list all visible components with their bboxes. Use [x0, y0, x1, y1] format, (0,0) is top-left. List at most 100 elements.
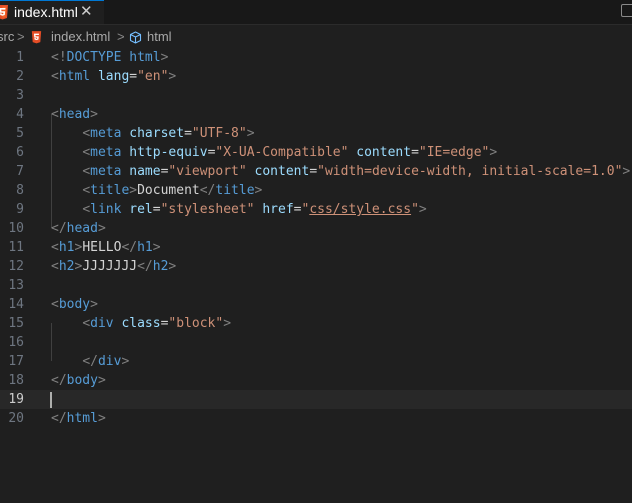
code-token: =	[129, 69, 138, 84]
code-token: <!	[51, 50, 67, 65]
code-token: "width=device-width, initial-scale=1.0"	[317, 164, 623, 179]
code-text: <meta name="viewport" content="width=dev…	[51, 162, 630, 181]
code-token: >	[168, 69, 177, 84]
code-token: css/style.css	[309, 202, 412, 217]
code-line[interactable]: 8 <title>Document</title>	[0, 181, 632, 200]
code-token: </	[51, 411, 67, 426]
code-token: "	[411, 202, 419, 217]
code-token: head	[58, 107, 91, 122]
code-token: <	[82, 316, 91, 331]
code-text: </html>	[51, 409, 106, 428]
code-token: </	[121, 240, 138, 255]
code-token: body	[66, 373, 98, 388]
code-line[interactable]: 18 </body>	[0, 371, 632, 390]
code-line[interactable]: 4 <head>	[0, 105, 632, 124]
code-token: Document	[137, 183, 200, 198]
line-number: 16	[8, 335, 24, 350]
code-line[interactable]: 15 <div class="block">	[0, 314, 632, 333]
code-token: >	[152, 240, 161, 255]
code-text: </head>	[51, 219, 106, 238]
line-number: 5	[16, 126, 24, 141]
code-token: "X-UA-Compatible"	[215, 145, 349, 160]
code-token: link	[90, 202, 122, 217]
code-token: head	[66, 221, 98, 236]
code-line[interactable]: 7 <meta name="viewport" content="width=d…	[0, 162, 632, 181]
html5-icon	[0, 5, 8, 20]
code-line[interactable]: 12 <h2>JJJJJJJ</h2>	[0, 257, 632, 276]
code-line[interactable]: 19	[0, 390, 632, 409]
code-text: </div>	[51, 352, 129, 371]
code-token: >	[246, 126, 255, 141]
code-text: </body>	[51, 371, 106, 390]
line-number: 14	[8, 297, 24, 312]
code-token: >	[160, 50, 169, 65]
code-token: >	[418, 202, 427, 217]
code-line[interactable]: 10 </head>	[0, 219, 632, 238]
code-token: </	[51, 221, 67, 236]
code-token: JJJJJJJ	[82, 259, 138, 274]
code-token: <	[82, 164, 91, 179]
code-line[interactable]: 20 </html>	[0, 409, 632, 428]
code-token: <	[51, 259, 59, 274]
code-editor[interactable]: 1 <!DOCTYPE html> 2 <html lang="en"> 3 4 <head…	[0, 48, 632, 503]
code-text: <body>	[51, 295, 98, 314]
breadcrumb-item-html[interactable]: html	[147, 29, 172, 44]
code-text: <meta http-equiv = "X-UA-Compatible" conte…	[51, 143, 497, 162]
code-token: meta	[90, 145, 122, 160]
code-token: h1	[137, 240, 153, 255]
cube-icon	[129, 31, 142, 44]
breadcrumb-item-file[interactable]: index.html	[51, 29, 110, 44]
code-token: html	[66, 411, 98, 426]
code-line[interactable]: 14 <body>	[0, 295, 632, 314]
code-line[interactable]: 11 <h1>HELLO</h1>	[0, 238, 632, 257]
code-token: h2	[58, 259, 75, 274]
code-token: =	[184, 126, 192, 141]
split-editor-icon[interactable]	[621, 4, 632, 17]
code-token: href	[262, 202, 294, 217]
code-token: "IE=edge"	[418, 145, 490, 160]
breadcrumb-item-src[interactable]: src	[0, 29, 14, 44]
code-line[interactable]: 9 <link rel="stylesheet" href="css/style…	[0, 200, 632, 219]
code-token: </	[82, 354, 98, 369]
code-line[interactable]: 13	[0, 276, 632, 295]
code-token: class	[121, 316, 161, 331]
line-number: 4	[16, 107, 24, 122]
code-token: </	[199, 183, 216, 198]
tab-index-html[interactable]: index.html ✕	[0, 0, 104, 24]
code-token: >	[121, 354, 130, 369]
code-text: <head>	[51, 105, 98, 124]
code-token: body	[58, 297, 91, 312]
breadcrumb-separator: >	[117, 29, 125, 44]
code-token: </	[137, 259, 153, 274]
text-cursor	[50, 392, 52, 408]
code-token: name	[129, 164, 161, 179]
code-line[interactable]: 3	[0, 86, 632, 105]
code-text: <div class="block">	[51, 314, 231, 333]
tab-bar: index.html ✕	[0, 0, 632, 25]
code-text: <h1>HELLO</h1>	[51, 238, 161, 257]
code-line[interactable]: 2 <html lang="en">	[0, 67, 632, 86]
breadcrumb-separator: >	[17, 29, 25, 44]
code-line[interactable]: 16	[0, 333, 632, 352]
breadcrumb: src > index.html > html	[0, 26, 632, 48]
code-token: >	[90, 297, 98, 312]
html5-icon	[31, 31, 42, 44]
close-icon[interactable]: ✕	[80, 4, 93, 20]
code-text: <html lang="en">	[51, 67, 176, 86]
code-token: meta	[90, 126, 122, 141]
code-token: content	[356, 145, 412, 160]
code-line[interactable]: 17 </div>	[0, 352, 632, 371]
code-token: div	[97, 354, 122, 369]
line-number: 18	[8, 373, 24, 388]
code-line[interactable]: 1 <!DOCTYPE html>	[0, 48, 632, 67]
code-line[interactable]: 6 <meta http-equiv = "X-UA-Compatible" con…	[0, 143, 632, 162]
code-line[interactable]: 5 <meta charset="UTF-8">	[0, 124, 632, 143]
code-token: >	[223, 316, 232, 331]
code-text: <title>Document</title>	[51, 181, 262, 200]
code-token: rel	[129, 202, 153, 217]
